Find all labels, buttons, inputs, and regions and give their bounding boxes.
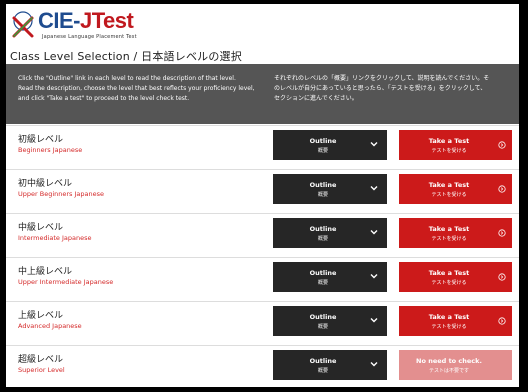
outline-button[interactable]: Outline 概要 [273, 306, 387, 336]
level-row-intermediate: 中級レベル Intermediate Japanese Outline 概要 T… [6, 213, 519, 258]
logo-title-part2: JTest [80, 8, 134, 33]
outline-label: Outline [309, 269, 337, 277]
outline-label: Outline [309, 225, 337, 233]
take-test-label: Take a Test [428, 313, 470, 321]
take-test-button[interactable]: Take a Test テストを受ける [399, 218, 512, 248]
level-name-en: Superior Level [18, 366, 65, 374]
outline-label: Outline [309, 357, 337, 365]
instructions-ja-line: セクションに進んでください。 [274, 95, 358, 102]
outline-button[interactable]: Outline 概要 [273, 174, 387, 204]
take-test-button[interactable]: Take a Test テストを受ける [399, 306, 512, 336]
no-test-sublabel: テストは不要です [428, 368, 469, 374]
instructions-ja-line: のレベルが自分にあっていると思ったら、「テストを受ける」をクリックして、 [274, 85, 487, 92]
level-name-en: Beginners Japanese [18, 146, 83, 154]
level-name-ja: 上級レベル [18, 311, 64, 321]
logo-title: CIE-JTest [38, 8, 134, 34]
circle-arrow-icon [498, 317, 506, 325]
take-test-sublabel: テストを受ける [431, 280, 467, 286]
outline-sublabel: 概要 [317, 280, 328, 286]
instructions-en-line: Read the description, choose the level t… [18, 85, 255, 92]
level-name-en: Advanced Japanese [18, 322, 82, 330]
level-row-upper-intermediate: 中上級レベル Upper Intermediate Japanese Outli… [6, 257, 519, 302]
level-name-en: Upper Intermediate Japanese [18, 278, 114, 286]
chevron-down-icon [370, 362, 378, 367]
outline-button[interactable]: Outline 概要 [273, 350, 387, 380]
outline-sublabel: 概要 [317, 324, 328, 330]
take-test-sublabel: テストを受ける [431, 324, 467, 330]
take-test-label: Take a Test [428, 137, 470, 145]
outline-sublabel: 概要 [317, 368, 328, 374]
instructions-ja-line: それぞれのレベルの「概要」リンクをクリックして、説明を読んでください。そ [274, 75, 490, 82]
take-test-sublabel: テストを受ける [431, 192, 467, 198]
page-title: Class Level Selection / 日本語レベルの選択 [10, 50, 242, 63]
level-row-upper-beginners: 初中級レベル Upper Beginners Japanese Outline … [6, 169, 519, 214]
logo-subtitle: Japanese Language Placement Test [42, 34, 137, 40]
take-test-sublabel: テストを受ける [431, 236, 467, 242]
circle-arrow-icon [498, 273, 506, 281]
take-test-button[interactable]: Take a Test テストを受ける [399, 174, 512, 204]
level-name-ja: 初級レベル [18, 135, 64, 145]
cie-logo-icon [12, 11, 34, 38]
level-row-beginners: 初級レベル Beginners Japanese Outline 概要 Take… [6, 125, 519, 170]
outline-label: Outline [309, 181, 337, 189]
outline-label: Outline [309, 313, 337, 321]
level-row-advanced: 上級レベル Advanced Japanese Outline 概要 Take … [6, 301, 519, 346]
take-test-button[interactable]: Take a Test テストを受ける [399, 130, 512, 160]
outline-button[interactable]: Outline 概要 [273, 218, 387, 248]
logo-title-part1: CIE- [38, 8, 81, 33]
take-test-button[interactable]: Take a Test テストを受ける [399, 262, 512, 292]
page-frame: CIE-JTest Japanese Language Placement Te… [6, 4, 519, 387]
level-row-superior: 超級レベル Superior Level Outline 概要 No need … [6, 345, 519, 387]
outline-button[interactable]: Outline 概要 [273, 130, 387, 160]
chevron-down-icon [370, 274, 378, 279]
level-name-ja: 中上級レベル [18, 267, 73, 277]
outline-sublabel: 概要 [317, 236, 328, 242]
outline-button[interactable]: Outline 概要 [273, 262, 387, 292]
site-logo[interactable]: CIE-JTest Japanese Language Placement Te… [10, 8, 230, 44]
take-test-label: Take a Test [428, 181, 470, 189]
level-name-en: Intermediate Japanese [18, 234, 92, 242]
circle-arrow-icon [498, 185, 506, 193]
chevron-down-icon [370, 318, 378, 323]
chevron-down-icon [370, 142, 378, 147]
outline-sublabel: 概要 [317, 192, 328, 198]
chevron-down-icon [370, 186, 378, 191]
level-name-en: Upper Beginners Japanese [18, 190, 105, 198]
level-name-ja: 中級レベル [18, 223, 64, 233]
level-name-ja: 超級レベル [18, 355, 64, 365]
instructions-en: Click the "Outline" link in each level t… [18, 74, 258, 104]
instructions-en-line: Click the "Outline" link in each level t… [18, 75, 236, 82]
outline-label: Outline [309, 137, 337, 145]
instructions-en-line: and click "Take a test" to proceed to th… [18, 95, 190, 102]
take-test-label: Take a Test [428, 269, 470, 277]
level-name-ja: 初中級レベル [18, 179, 73, 189]
instructions-panel: Click the "Outline" link in each level t… [6, 64, 519, 124]
take-test-label: Take a Test [428, 225, 470, 233]
no-test-needed-button: No need to check. テストは不要です [399, 350, 512, 380]
circle-arrow-icon [498, 229, 506, 237]
instructions-ja: それぞれのレベルの「概要」リンクをクリックして、説明を読んでください。そ のレベ… [274, 74, 514, 104]
take-test-sublabel: テストを受ける [431, 148, 467, 154]
chevron-down-icon [370, 230, 378, 235]
outline-sublabel: 概要 [317, 148, 328, 154]
no-test-label: No need to check. [416, 357, 482, 365]
circle-arrow-icon [498, 141, 506, 149]
